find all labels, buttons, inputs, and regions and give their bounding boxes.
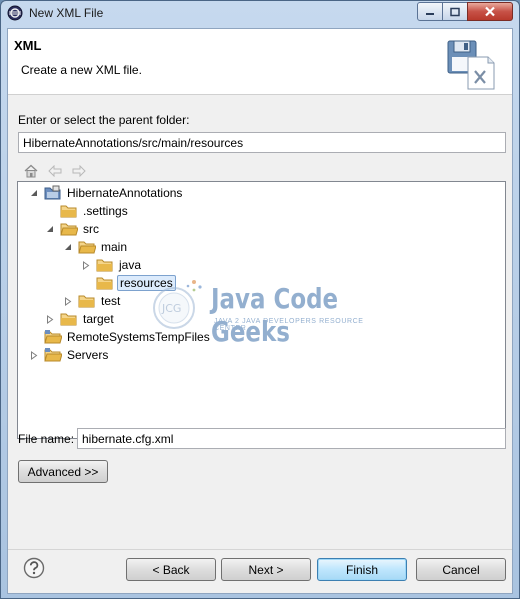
tree-item-label: .settings <box>83 204 128 218</box>
tree-item-label: HibernateAnnotations <box>67 186 183 200</box>
wizard-title: XML <box>14 38 42 53</box>
tree-item[interactable]: HibernateAnnotations <box>28 184 184 202</box>
help-icon[interactable] <box>23 557 45 579</box>
tree-item[interactable]: .settings <box>60 202 130 220</box>
collapse-arrow-icon[interactable] <box>62 241 74 253</box>
expand-arrow-icon[interactable] <box>80 259 92 271</box>
folder-icon <box>78 293 96 309</box>
wizard-header: XML Create a new XML file. <box>8 29 512 95</box>
expand-arrow-icon[interactable] <box>62 295 74 307</box>
next-button[interactable]: Next > <box>221 558 311 581</box>
home-button[interactable] <box>22 162 40 180</box>
tree-item-label: Servers <box>67 348 109 362</box>
project-folder-icon <box>44 347 62 363</box>
arrow-right-icon <box>72 165 86 177</box>
tree-item[interactable]: test <box>62 292 122 310</box>
back-nav-button[interactable] <box>46 162 64 180</box>
parent-folder-label: Enter or select the parent folder: <box>18 113 189 127</box>
wizard-description: Create a new XML file. <box>21 63 142 77</box>
tree-item-label: main <box>101 240 128 254</box>
tree-item[interactable]: main <box>62 238 129 256</box>
minimize-icon <box>426 12 434 15</box>
tree-item-selected[interactable]: resources <box>96 274 176 292</box>
home-icon <box>24 164 38 178</box>
tree-item-label: target <box>83 312 114 326</box>
tree-navigation-toolbar <box>22 162 88 180</box>
close-button[interactable] <box>467 2 513 21</box>
tree-item-label: test <box>101 294 121 308</box>
eclipse-app-icon <box>7 5 23 21</box>
file-name-label: File name: <box>18 432 74 446</box>
forward-nav-button[interactable] <box>70 162 88 180</box>
file-name-input[interactable] <box>77 428 506 449</box>
folder-icon <box>96 275 114 291</box>
folder-icon <box>60 221 78 237</box>
maximize-button[interactable] <box>442 2 468 21</box>
footer-separator <box>8 549 512 550</box>
tree-item-label: RemoteSystemsTempFiles <box>67 330 210 344</box>
collapse-arrow-icon[interactable] <box>28 187 40 199</box>
expand-arrow-icon[interactable] <box>44 313 56 325</box>
close-icon <box>485 6 495 17</box>
tree-item[interactable]: Servers <box>28 346 110 364</box>
project-icon <box>44 185 62 201</box>
tree-item-label: java <box>119 258 142 272</box>
finish-button[interactable]: Finish <box>317 558 407 581</box>
file-name-label-text: File name: <box>18 432 75 446</box>
tree-item[interactable]: java <box>80 256 143 274</box>
parent-folder-label-text: Enter or select the parent folder: <box>18 113 190 127</box>
folder-icon <box>60 311 78 327</box>
folder-tree[interactable]: HibernateAnnotations .settings src main … <box>17 181 506 439</box>
advanced-button[interactable]: Advanced >> <box>18 460 108 483</box>
arrow-left-icon <box>48 165 62 177</box>
folder-icon <box>96 257 114 273</box>
dialog-content: XML Create a new XML file. Enter or sele… <box>7 28 513 594</box>
tree-item-label: src <box>83 222 99 236</box>
tree-item[interactable]: target <box>44 310 116 328</box>
dialog-window: New XML File XML Create a new XML file. <box>0 0 520 599</box>
folder-icon <box>78 239 96 255</box>
minimize-button[interactable] <box>417 2 443 21</box>
parent-folder-input[interactable] <box>18 132 506 153</box>
maximize-icon <box>450 7 460 16</box>
project-folder-icon <box>44 329 62 345</box>
new-xml-file-wizard-icon <box>447 40 495 90</box>
window-title: New XML File <box>29 6 104 20</box>
tree-item[interactable]: RemoteSystemsTempFiles <box>44 328 212 346</box>
expand-arrow-icon[interactable] <box>28 349 40 361</box>
folder-icon <box>60 203 78 219</box>
tree-item[interactable]: src <box>44 220 101 238</box>
title-bar[interactable]: New XML File <box>1 1 519 27</box>
collapse-arrow-icon[interactable] <box>44 223 56 235</box>
back-button[interactable]: < Back <box>126 558 216 581</box>
tree-item-label: resources <box>117 275 176 291</box>
cancel-button[interactable]: Cancel <box>416 558 506 581</box>
